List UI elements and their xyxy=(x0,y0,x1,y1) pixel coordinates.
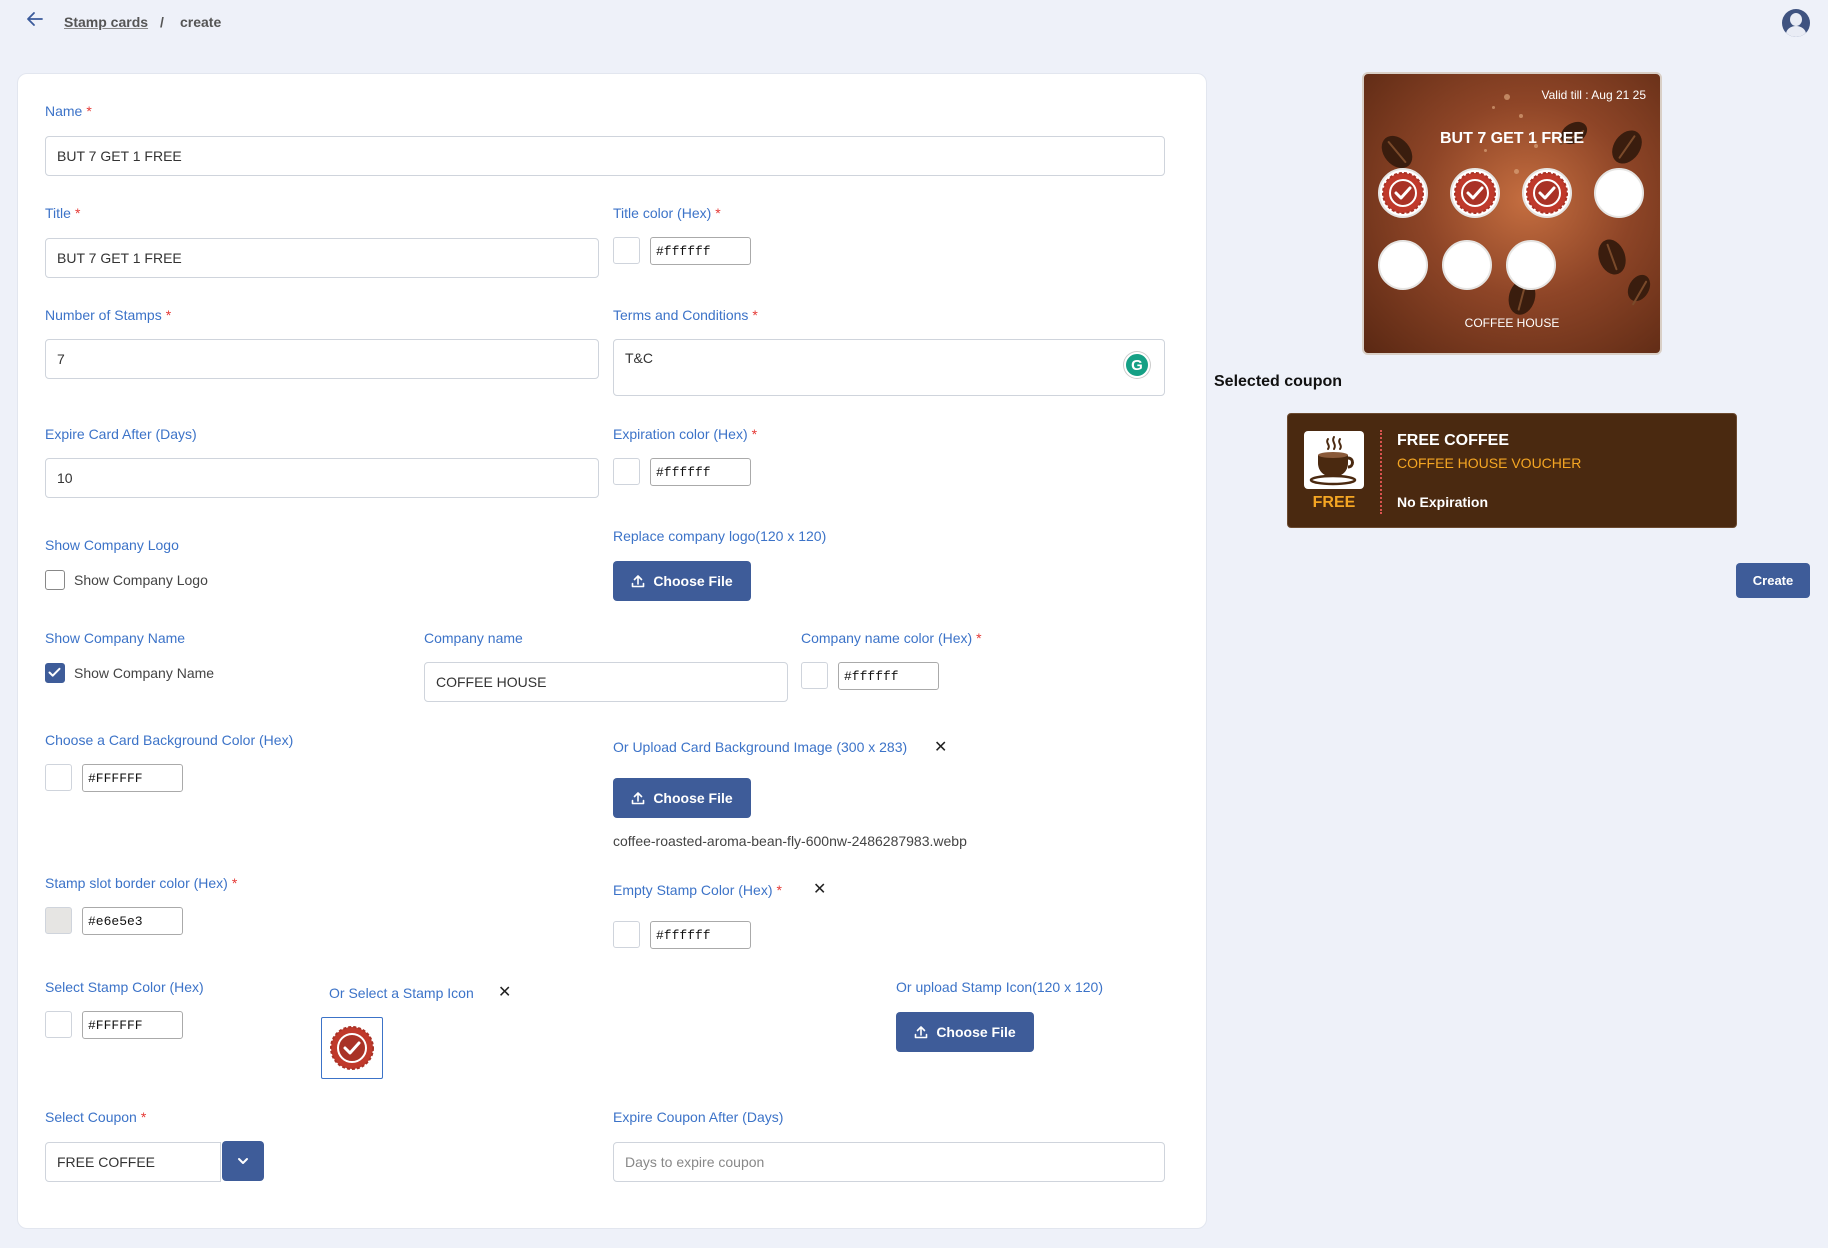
upload-stamp-label: Or upload Stamp Icon(120 x 120) xyxy=(896,979,1104,995)
replace-logo-choose-file-button[interactable]: Choose File xyxy=(613,561,751,601)
stamp-slot-empty xyxy=(1378,240,1428,290)
bg-color-label: Choose a Card Background Color (Hex) xyxy=(45,732,294,748)
title-color-hex-input[interactable]: #ffffff xyxy=(650,237,751,265)
company-name-color-label: Company name color (Hex) * xyxy=(801,630,982,646)
clear-stamp-icon-close-icon[interactable]: ✕ xyxy=(498,985,511,1001)
replace-logo-label: Replace company logo(120 x 120) xyxy=(613,528,827,544)
checkmark-icon xyxy=(48,667,61,677)
num-stamps-label: Number of Stamps * xyxy=(45,307,172,323)
expiration-color-hex-input[interactable]: #ffffff xyxy=(650,458,751,486)
user-avatar-icon[interactable] xyxy=(1782,9,1810,37)
coupon-expiration: No Expiration xyxy=(1397,494,1489,510)
terms-textarea[interactable]: T&C G xyxy=(613,339,1165,396)
stamp-slot-empty xyxy=(1442,240,1492,290)
show-logo-label: Show Company Logo xyxy=(45,537,179,553)
name-label: Name * xyxy=(45,103,92,119)
card-title: BUT 7 GET 1 FREE xyxy=(1439,130,1585,147)
coupon-expire-label: Expire Coupon After (Days) xyxy=(613,1109,784,1125)
bg-color-swatch[interactable] xyxy=(45,764,72,791)
company-name-input[interactable]: COFFEE HOUSE xyxy=(424,662,788,702)
empty-stamp-swatch[interactable] xyxy=(613,921,640,948)
title-label: Title * xyxy=(45,205,81,221)
slot-border-label: Stamp slot border color (Hex) * xyxy=(45,875,238,891)
show-logo-checkbox[interactable] xyxy=(45,570,65,590)
chevron-down-icon xyxy=(238,1158,248,1164)
coupon-title: FREE COFFEE xyxy=(1397,432,1510,449)
coupon-select[interactable]: FREE COFFEE xyxy=(45,1142,221,1182)
grammarly-icon[interactable]: G xyxy=(1124,352,1150,378)
clear-bg-image-close-icon[interactable]: ✕ xyxy=(934,740,947,756)
bg-image-choose-file-button[interactable]: Choose File xyxy=(613,778,751,818)
coffee-cup-icon xyxy=(1304,431,1364,489)
bg-image-label: Or Upload Card Background Image (300 x 2… xyxy=(613,739,908,755)
terms-text: T&C xyxy=(625,350,653,366)
title-color-label: Title color (Hex) * xyxy=(613,205,721,221)
coupon-label: Select Coupon * xyxy=(45,1109,147,1125)
valid-till-text: Valid till : Aug 21 25 xyxy=(1541,88,1646,102)
coupon-dropdown-button[interactable] xyxy=(222,1141,264,1181)
company-name-color-swatch[interactable] xyxy=(801,662,828,689)
stamp-color-swatch[interactable] xyxy=(45,1011,72,1038)
clear-empty-stamp-close-icon[interactable]: ✕ xyxy=(813,882,826,898)
coupon-subtitle: COFFEE HOUSE VOUCHER xyxy=(1397,455,1582,471)
expire-days-label: Expire Card After (Days) xyxy=(45,426,197,442)
name-input[interactable]: BUT 7 GET 1 FREE xyxy=(45,136,1165,176)
upload-icon xyxy=(915,1026,928,1039)
stamp-color-label: Select Stamp Color (Hex) xyxy=(45,979,204,995)
expire-days-input[interactable]: 10 xyxy=(45,458,599,498)
breadcrumb-stamp-cards[interactable]: Stamp cards xyxy=(64,14,148,30)
check-seal-icon xyxy=(330,1026,374,1070)
stamp-icon-label: Or Select a Stamp Icon xyxy=(329,985,474,1001)
upload-icon xyxy=(632,792,645,805)
stamp-slot-empty xyxy=(1506,240,1556,290)
upload-stamp-choose-file-button[interactable]: Choose File xyxy=(896,1012,1034,1052)
coupon-badge: FREE xyxy=(1312,494,1356,511)
num-stamps-input[interactable]: 7 xyxy=(45,339,599,379)
company-name-label: Company name xyxy=(424,630,523,646)
upload-icon xyxy=(632,575,645,588)
stamp-slot-filled xyxy=(1378,168,1428,218)
terms-label: Terms and Conditions * xyxy=(613,307,758,323)
bg-color-hex-input[interactable]: #FFFFFF xyxy=(82,764,183,792)
empty-stamp-label: Empty Stamp Color (Hex) * xyxy=(613,882,782,898)
stamp-slot-filled xyxy=(1522,168,1572,218)
card-company-name: COFFEE HOUSE xyxy=(1464,316,1560,330)
stamp-slot-empty xyxy=(1594,168,1644,218)
back-arrow-icon[interactable] xyxy=(26,10,48,34)
slot-border-swatch[interactable] xyxy=(45,907,72,934)
stamp-card-form: Name * BUT 7 GET 1 FREE Title * BUT 7 GET … xyxy=(17,73,1207,1229)
title-input[interactable]: BUT 7 GET 1 FREE xyxy=(45,238,599,278)
show-name-checkbox-label: Show Company Name xyxy=(74,665,215,681)
selected-coupon-heading: Selected coupon xyxy=(1214,373,1343,390)
show-name-label: Show Company Name xyxy=(45,630,186,646)
selected-coupon-card: FREE FREE COFFEE COFFEE HOUSE VOUCHER No… xyxy=(1287,413,1737,528)
selected-stamp-icon[interactable] xyxy=(321,1017,383,1079)
stamp-color-hex-input[interactable]: #FFFFFF xyxy=(82,1011,183,1039)
show-name-checkbox[interactable] xyxy=(45,663,65,683)
breadcrumb-current: create xyxy=(180,14,222,30)
breadcrumb-separator: / xyxy=(160,14,164,30)
title-color-swatch[interactable] xyxy=(613,237,640,264)
expiration-color-label: Expiration color (Hex) * xyxy=(613,426,758,442)
stamp-slot-filled xyxy=(1450,168,1500,218)
stamp-card-preview: Valid till : Aug 21 25 BUT 7 GET 1 FREE … xyxy=(1362,72,1662,355)
create-button[interactable]: Create xyxy=(1736,563,1810,598)
empty-stamp-hex-input[interactable]: #ffffff xyxy=(650,921,751,949)
show-logo-checkbox-label: Show Company Logo xyxy=(74,572,208,588)
company-name-color-hex-input[interactable]: #ffffff xyxy=(838,662,939,690)
bg-image-filename: coffee-roasted-aroma-bean-fly-600nw-2486… xyxy=(613,833,967,849)
coupon-expire-input[interactable]: Days to expire coupon xyxy=(613,1142,1165,1182)
expiration-color-swatch[interactable] xyxy=(613,458,640,485)
coupon-divider xyxy=(1380,430,1382,514)
slot-border-hex-input[interactable]: #e6e5e3 xyxy=(82,907,183,935)
